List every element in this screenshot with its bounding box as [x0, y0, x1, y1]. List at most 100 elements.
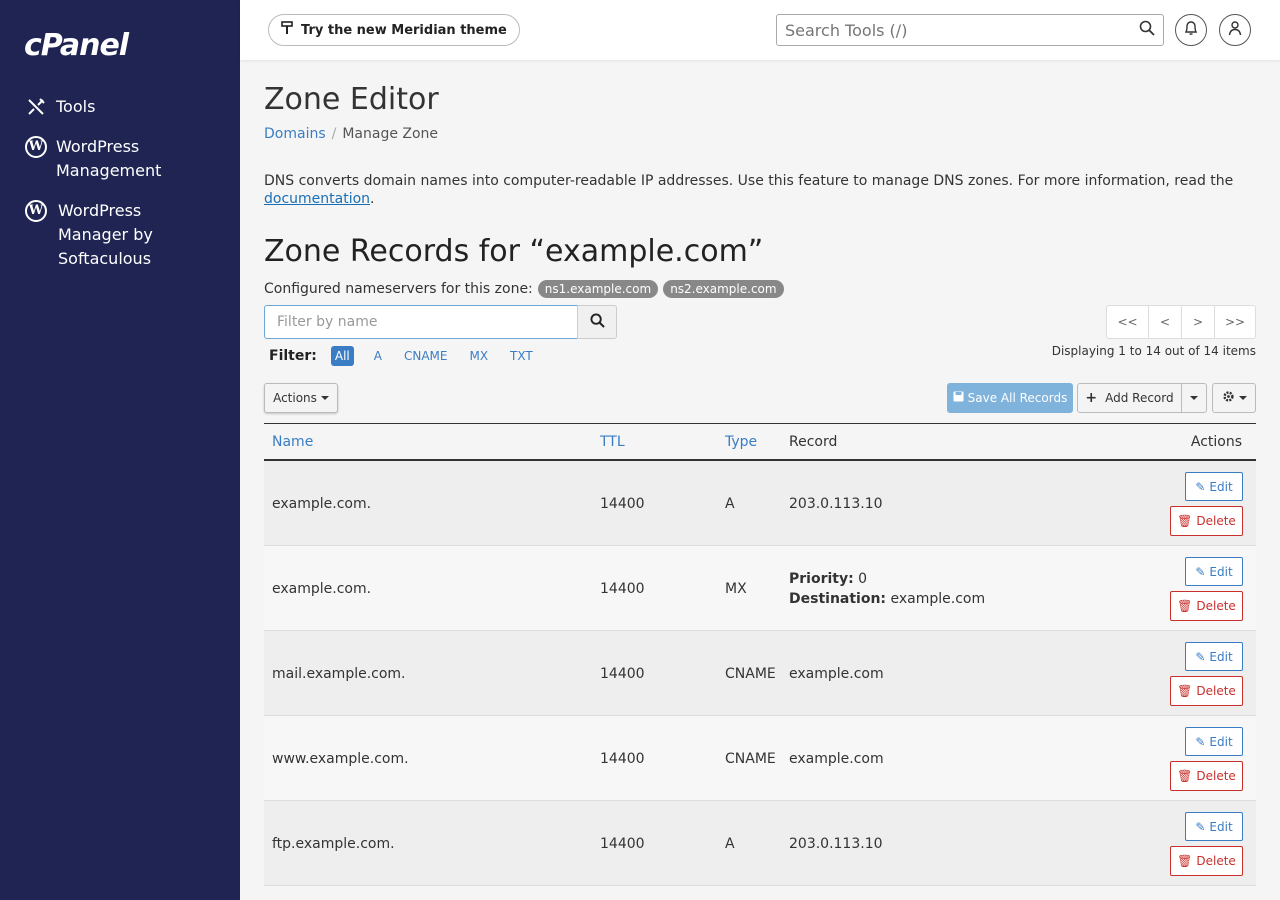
record-name: www.example.com. [272, 750, 409, 767]
table-row: example.com. 14400 A 203.0.113.10 ✎ Edit … [264, 461, 1256, 546]
caret-down-icon [1238, 396, 1247, 400]
filter-option-mx[interactable]: MX [469, 349, 488, 363]
breadcrumb-domains-link[interactable]: Domains [264, 126, 326, 142]
search-icon [589, 312, 605, 332]
record-ttl: 14400 [600, 665, 645, 682]
record-type: CNAME [725, 750, 776, 767]
table-row: mail.example.com. 14400 CNAME example.co… [264, 631, 1256, 716]
record-ttl: 14400 [600, 495, 645, 512]
filter-by-name-input[interactable]: Filter by name [264, 305, 578, 339]
notifications-button[interactable] [1175, 14, 1207, 46]
record-value: example.com [789, 750, 884, 767]
next-page-button[interactable]: > [1182, 306, 1215, 338]
documentation-link[interactable]: documentation [264, 191, 370, 207]
last-page-button[interactable]: >> [1215, 306, 1255, 338]
wordpress-icon: W [24, 199, 48, 223]
pencil-icon: ✎ [1195, 479, 1206, 494]
delete-button[interactable]: 🗑 Delete [1170, 676, 1243, 706]
record-ttl: 14400 [600, 750, 645, 767]
edit-button[interactable]: ✎ Edit [1185, 472, 1243, 501]
filter-option-txt[interactable]: TXT [510, 349, 533, 363]
sidebar-item-wordpress-manager-softaculous[interactable]: W WordPress Manager by Softaculous [24, 199, 224, 271]
edit-button[interactable]: ✎ Edit [1185, 557, 1243, 586]
caret-down-icon [320, 396, 329, 400]
table-row: ftp.example.com. 14400 A 203.0.113.10 ✎ E… [264, 801, 1256, 886]
trash-icon: 🗑 [1177, 769, 1193, 783]
record-value: Priority: 0 Destination: example.com [789, 570, 986, 607]
table-row: www.example.com. 14400 CNAME example.com… [264, 716, 1256, 801]
add-record-button[interactable]: + Add Record [1077, 383, 1182, 413]
record-value: 203.0.113.10 [789, 835, 883, 852]
delete-button[interactable]: 🗑 Delete [1170, 846, 1243, 876]
try-meridian-theme-button[interactable]: Try the new Meridian theme [268, 14, 520, 46]
nameserver-badge: ns2.example.com [663, 280, 784, 298]
sidebar-item-label: WordPress Management [56, 137, 162, 180]
record-name: mail.example.com. [272, 665, 406, 682]
delete-button[interactable]: 🗑 Delete [1170, 761, 1243, 791]
bell-icon [1184, 20, 1198, 40]
zone-records-table: Name TTL Type Record Actions example.com… [264, 423, 1256, 886]
paint-roller-icon [281, 21, 293, 39]
sidebar-item-label: WordPress Manager by Softaculous [58, 201, 153, 268]
filter-option-all[interactable]: All [330, 346, 354, 366]
record-type: A [725, 835, 735, 852]
edit-button[interactable]: ✎ Edit [1185, 727, 1243, 756]
record-name: ftp.example.com. [272, 835, 395, 852]
cpanel-logo[interactable]: cPanel [24, 28, 129, 63]
save-all-records-button[interactable]: Save All Records [947, 383, 1073, 413]
user-menu-button[interactable] [1219, 14, 1251, 46]
sort-type-header[interactable]: Type [725, 434, 757, 450]
prev-page-button[interactable]: < [1149, 306, 1182, 338]
pencil-icon: ✎ [1195, 734, 1206, 749]
record-type: A [725, 495, 735, 512]
breadcrumb-current: Manage Zone [342, 126, 439, 142]
sidebar-item-wordpress-management[interactable]: W WordPress Management [24, 135, 176, 183]
trash-icon: 🗑 [1177, 514, 1193, 528]
gear-icon [1222, 390, 1235, 406]
table-header: Name TTL Type Record Actions [264, 424, 1256, 461]
trash-icon: 🗑 [1177, 684, 1193, 698]
edit-button[interactable]: ✎ Edit [1185, 812, 1243, 841]
record-type: MX [725, 580, 747, 597]
filter-search-button[interactable] [577, 305, 617, 339]
table-row: example.com. 14400 MX Priority: 0 Destin… [264, 546, 1256, 631]
delete-button[interactable]: 🗑 Delete [1170, 591, 1243, 621]
settings-dropdown-button[interactable] [1212, 383, 1256, 413]
record-name: example.com. [272, 495, 372, 512]
record-type: CNAME [725, 665, 776, 682]
first-page-button[interactable]: << [1107, 306, 1149, 338]
search-icon[interactable] [1139, 20, 1155, 40]
trash-icon: 🗑 [1177, 854, 1193, 868]
user-icon [1228, 20, 1242, 40]
pagination: << < > >> [1106, 305, 1256, 339]
record-header: Record [789, 433, 838, 450]
page-description: DNS converts domain names into computer-… [264, 173, 1234, 207]
record-value: 203.0.113.10 [789, 495, 883, 512]
plus-icon: + [1085, 390, 1098, 406]
sort-ttl-header[interactable]: TTL [600, 434, 625, 450]
sort-name-header[interactable]: Name [272, 434, 313, 450]
search-tools-input[interactable] [785, 20, 1139, 40]
page-title: Zone Editor [264, 82, 439, 117]
pencil-icon: ✎ [1195, 649, 1206, 664]
pencil-icon: ✎ [1195, 819, 1206, 834]
caret-down-icon [1190, 396, 1198, 400]
nameservers-line: Configured nameservers for this zone: ns… [264, 280, 784, 298]
record-value: example.com [789, 665, 884, 682]
add-record-dropdown-toggle[interactable] [1181, 383, 1207, 413]
wordpress-icon: W [24, 135, 48, 159]
sidebar: cPanel Tools W WordPress Management W Wo… [0, 0, 240, 900]
nameserver-badge: ns1.example.com [537, 280, 659, 298]
actions-dropdown-button[interactable]: Actions [264, 383, 338, 413]
sidebar-item-label: Tools [56, 97, 96, 116]
search-tools-box[interactable] [776, 14, 1164, 46]
filter-option-cname[interactable]: CNAME [404, 349, 448, 363]
delete-button[interactable]: 🗑 Delete [1170, 506, 1243, 536]
trash-icon: 🗑 [1177, 599, 1193, 613]
pencil-icon: ✎ [1195, 564, 1206, 579]
edit-button[interactable]: ✎ Edit [1185, 642, 1243, 671]
record-ttl: 14400 [600, 835, 645, 852]
filter-option-a[interactable]: A [374, 349, 382, 363]
sidebar-item-tools[interactable]: Tools [24, 95, 95, 119]
tools-icon [24, 95, 48, 119]
